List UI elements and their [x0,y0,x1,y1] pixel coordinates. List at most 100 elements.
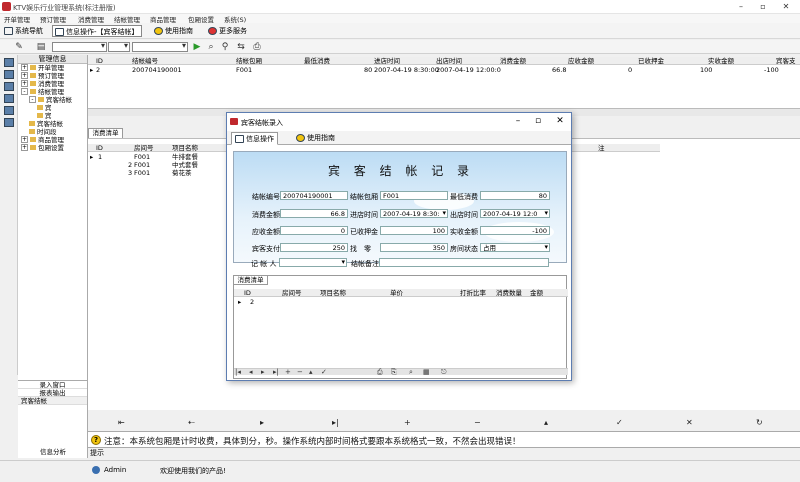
field-combo[interactable] [52,41,107,52]
nav-footer-analysis[interactable]: 信息分析 [18,448,88,456]
search-user-icon[interactable]: ⚲ [220,42,230,52]
expand-icon[interactable]: + [21,80,28,87]
dialog-minimize-button[interactable]: – [509,116,527,126]
quick-icon-6[interactable] [4,118,14,127]
more-service-button[interactable]: 更多服务 [208,25,247,37]
prev-record-button[interactable]: ⇠ [188,418,195,427]
room-field[interactable]: F001 [380,191,448,200]
operator-combo[interactable] [108,41,130,52]
operator-select[interactable] [279,258,347,267]
quick-icon-5[interactable] [4,106,14,115]
pencil-icon[interactable]: ✎ [14,42,24,52]
close-button[interactable]: ✕ [775,1,797,13]
in-time-picker[interactable]: 2007-04-19 8:30: [380,209,448,218]
nav-tree-item[interactable]: 宾 [18,112,87,120]
nav-tree-item[interactable]: + 包厢设置 [18,144,87,152]
nav-tree-item[interactable]: + 商品管理 [18,136,87,144]
maximize-button[interactable]: ▫ [752,1,774,13]
next-record-button[interactable]: ▸ [261,368,265,376]
add-record-button[interactable]: + [285,368,291,376]
guide-button[interactable]: 使用指南 [154,25,193,37]
nav-tree-label: 宾 [45,104,52,112]
export-icon[interactable]: ⎘ [391,368,397,377]
table-row[interactable]: 3 F001 菊花茶 [88,169,228,177]
tab-info-operation[interactable]: 信息操作 [231,132,278,145]
bill-no-field[interactable]: 200704190001 [280,191,348,200]
dialog-close-button[interactable]: ✕ [551,116,569,126]
print-icon[interactable]: ⎙ [377,368,383,377]
actual-amount-field[interactable]: -100 [480,226,550,235]
cancel-record-button[interactable]: ✕ [686,418,693,427]
tab-consume-list[interactable]: 消费清单 [88,128,123,138]
info-op-button[interactable]: 信息操作-【宾客结帐】 [52,25,142,37]
nav-tree-item[interactable]: + 开单管理 [18,64,87,72]
nav-tree-item[interactable]: 宾 [18,104,87,112]
nav-item-report[interactable]: 报表输出 [18,389,87,397]
quick-icon-1[interactable] [4,58,14,67]
remark-field[interactable] [379,258,549,267]
dialog-consume-grid: 消费清单 ID 房间号 项目名称 单价 打折比率 消费数量 金额 ▸ 2 [233,275,568,379]
table-row[interactable]: ▸ 2 200704190001 F001 80 2007-04-19 8:30… [88,66,800,74]
refresh-record-button[interactable]: ↻ [756,418,763,427]
nav-item-checkout[interactable]: 宾客结帐 [18,397,87,405]
prev-record-button[interactable]: ◂ [249,368,253,376]
deposit-field[interactable]: 100 [380,226,448,235]
table-row[interactable]: ▸ 2 [234,298,568,306]
status-bar: Admin 欢迎使用我们的产品! [0,460,800,482]
search-icon[interactable]: ⌕ [409,368,413,377]
search-icon[interactable]: ⌕ [206,42,216,52]
play-icon[interactable]: ▶ [192,42,202,52]
edit-record-button[interactable]: ▴ [544,418,548,427]
change-field[interactable]: 350 [380,243,448,252]
minimize-button[interactable]: – [730,1,752,13]
table-row[interactable]: ▸ 1 F001 牛排套餐 [88,153,228,161]
form-heading: 宾 客 结 帐 记 录 [327,164,475,178]
nav-tree-item[interactable]: - 结帐管理 [18,88,87,96]
nav-tree-item[interactable]: 宾客结帐 [18,120,87,128]
tab-dialog-consume-list[interactable]: 消费清单 [234,276,268,285]
document-icon[interactable]: ▤ [36,42,46,52]
expand-icon[interactable]: + [21,64,28,71]
delete-record-button[interactable]: − [474,418,481,427]
receivable-field[interactable]: 0 [280,226,348,235]
first-record-button[interactable]: ⇤ [118,418,125,427]
add-record-button[interactable]: + [404,418,411,427]
expand-icon[interactable]: + [21,72,28,79]
dialog-maximize-button[interactable]: ▫ [529,116,547,126]
post-record-button[interactable]: ✓ [321,368,327,376]
min-spend-field[interactable]: 80 [480,191,550,200]
collapse-icon[interactable]: - [29,96,36,103]
post-record-button[interactable]: ✓ [616,418,623,427]
exit-icon[interactable]: ⎋ [441,368,447,377]
expand-icon[interactable]: + [21,136,28,143]
quick-icon-bar [0,55,18,375]
nav-tree-item[interactable]: - 宾客结帐 [18,96,87,104]
last-record-button[interactable]: ▸| [332,418,339,427]
paid-field[interactable]: 250 [280,243,348,252]
nav-tree-item[interactable]: 时间段 [18,128,87,136]
quick-icon-4[interactable] [4,94,14,103]
room-state-select[interactable]: 占用 [480,243,550,252]
last-record-button[interactable]: ▸| [273,368,279,376]
nav-tree-item[interactable]: + 预订管理 [18,72,87,80]
filter-icon[interactable]: ▦ [423,368,430,376]
quick-icon-3[interactable] [4,82,14,91]
collapse-icon[interactable]: - [21,88,28,95]
first-record-button[interactable]: |◂ [235,368,241,376]
nav-tree-item[interactable]: + 消费管理 [18,80,87,88]
expand-icon[interactable]: + [21,144,28,151]
delete-record-button[interactable]: − [297,368,303,376]
out-time-picker[interactable]: 2007-04-19 12:0 [480,209,550,218]
print-icon[interactable]: ⎙ [252,42,262,52]
value-combo[interactable] [132,41,188,52]
next-record-button[interactable]: ▸ [260,418,264,427]
nav-toggle-button[interactable]: 系统导航 [4,25,43,37]
checkout-dialog: 宾客结帐录入 – ▫ ✕ 信息操作 使用指南 宾 客 结 帐 记 录 结帐编号 … [226,112,572,381]
consume-amount-field[interactable]: 66.8 [280,209,348,218]
refresh-icon[interactable]: ⇆ [236,42,246,52]
table-row[interactable]: 2 F001 中式套餐 [88,161,228,169]
edit-record-button[interactable]: ▴ [309,368,313,376]
nav-item-entry[interactable]: 录入窗口 [18,381,87,389]
tab-user-guide[interactable]: 使用指南 [293,132,338,145]
quick-icon-2[interactable] [4,70,14,79]
